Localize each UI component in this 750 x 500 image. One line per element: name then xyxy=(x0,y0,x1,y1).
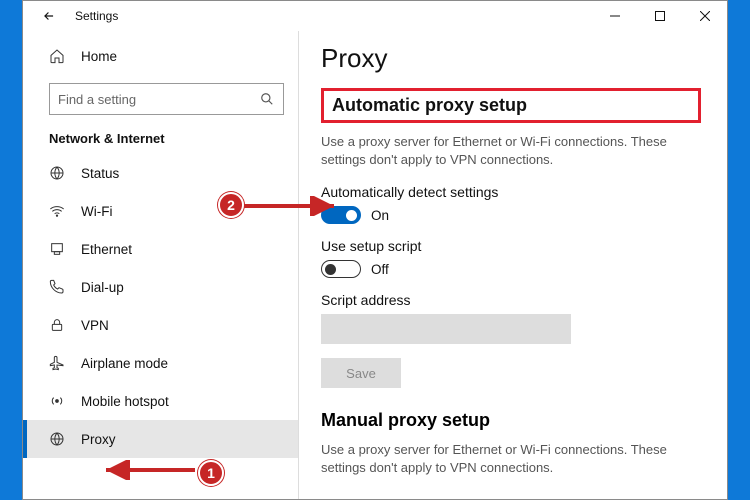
sidebar-item-label: VPN xyxy=(81,318,109,333)
search-input[interactable]: Find a setting xyxy=(49,83,284,115)
titlebar: Settings xyxy=(23,1,727,31)
sidebar-item-label: Wi-Fi xyxy=(81,204,112,219)
back-icon[interactable] xyxy=(41,8,57,24)
settings-window: Settings Home Find a setting xyxy=(22,0,728,500)
auto-description: Use a proxy server for Ethernet or Wi-Fi… xyxy=(321,133,691,168)
status-icon xyxy=(49,165,65,181)
detect-state: On xyxy=(371,208,389,223)
airplane-icon xyxy=(49,355,65,371)
category-title: Network & Internet xyxy=(49,131,284,146)
window-title: Settings xyxy=(75,9,118,23)
search-placeholder: Find a setting xyxy=(58,92,136,107)
script-toggle-label: Use setup script xyxy=(321,238,707,254)
sidebar-item-airplane[interactable]: Airplane mode xyxy=(23,344,298,382)
script-address-label: Script address xyxy=(321,292,707,308)
auto-section-title: Automatic proxy setup xyxy=(321,88,701,123)
sidebar-item-label: Airplane mode xyxy=(81,356,168,371)
sidebar-item-label: Ethernet xyxy=(81,242,132,257)
script-toggle[interactable] xyxy=(321,260,361,278)
wifi-icon xyxy=(49,203,65,219)
annotation-marker-2: 2 xyxy=(218,192,244,218)
annotation-arrow-2 xyxy=(244,196,339,216)
sidebar-item-ethernet[interactable]: Ethernet xyxy=(23,230,298,268)
sidebar-item-label: Status xyxy=(81,166,119,181)
proxy-icon xyxy=(49,431,65,447)
home-icon xyxy=(49,48,65,64)
home-button[interactable]: Home xyxy=(23,37,298,75)
save-button[interactable]: Save xyxy=(321,358,401,388)
script-state: Off xyxy=(371,262,389,277)
sidebar: Home Find a setting Network & Internet S… xyxy=(23,31,298,499)
minimize-button[interactable] xyxy=(592,1,637,31)
sidebar-item-label: Proxy xyxy=(81,432,116,447)
sidebar-item-label: Mobile hotspot xyxy=(81,394,169,409)
maximize-button[interactable] xyxy=(637,1,682,31)
annotation-arrow-1 xyxy=(100,460,195,480)
sidebar-item-proxy[interactable]: Proxy xyxy=(23,420,298,458)
close-button[interactable] xyxy=(682,1,727,31)
script-address-input[interactable] xyxy=(321,314,571,344)
manual-description: Use a proxy server for Ethernet or Wi-Fi… xyxy=(321,441,691,476)
hotspot-icon xyxy=(49,393,65,409)
manual-section-title: Manual proxy setup xyxy=(321,410,707,431)
ethernet-icon xyxy=(49,241,65,257)
sidebar-item-hotspot[interactable]: Mobile hotspot xyxy=(23,382,298,420)
dialup-icon xyxy=(49,279,65,295)
search-icon xyxy=(259,91,275,107)
home-label: Home xyxy=(81,49,117,64)
page-title: Proxy xyxy=(321,43,707,74)
detect-label: Automatically detect settings xyxy=(321,184,707,200)
vpn-icon xyxy=(49,317,65,333)
sidebar-item-vpn[interactable]: VPN xyxy=(23,306,298,344)
annotation-marker-1: 1 xyxy=(198,460,224,486)
content: Proxy Automatic proxy setup Use a proxy … xyxy=(298,31,727,499)
sidebar-item-status[interactable]: Status xyxy=(23,154,298,192)
sidebar-item-dialup[interactable]: Dial-up xyxy=(23,268,298,306)
sidebar-item-label: Dial-up xyxy=(81,280,124,295)
